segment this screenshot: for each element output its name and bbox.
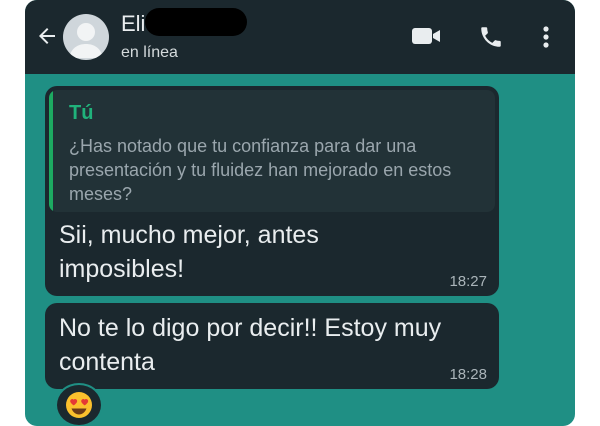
arrow-left-icon	[39, 28, 55, 44]
heart-eyes-emoji-icon	[66, 392, 92, 418]
message-text: No te lo digo por decir!! Estoy muy cont…	[59, 314, 442, 376]
contact-name[interactable]: Eli	[121, 11, 145, 37]
quoted-author: Tú	[69, 102, 94, 124]
contact-status: en línea	[121, 44, 178, 61]
voice-call-button[interactable]	[478, 24, 504, 55]
message-bubble[interactable]: No te lo digo por decir!! Estoy muy cont…	[45, 303, 499, 389]
message-time: 18:27	[449, 273, 487, 290]
chat-window: Eli en línea Tú ¿Has notado que tu confi…	[25, 0, 575, 426]
video-camera-icon	[412, 28, 440, 44]
back-button[interactable]	[35, 24, 59, 48]
quoted-text: ¿Has notado que tu confianza para dar un…	[69, 136, 452, 204]
message-reaction[interactable]	[55, 383, 103, 426]
phone-icon	[481, 27, 501, 47]
quoted-message[interactable]: Tú ¿Has notado que tu confianza para dar…	[49, 90, 495, 212]
video-call-button[interactable]	[411, 24, 441, 53]
quote-accent-bar	[49, 90, 53, 212]
chat-header: Eli en línea	[25, 0, 575, 74]
name-redaction	[145, 8, 247, 36]
more-vert-icon	[543, 26, 549, 48]
menu-button[interactable]	[534, 24, 558, 55]
message-bubble[interactable]: Tú ¿Has notado que tu confianza para dar…	[45, 86, 499, 296]
message-text: Sii, mucho mejor, antes imposibles!	[59, 221, 319, 283]
message-time: 18:28	[449, 366, 487, 383]
avatar[interactable]	[63, 14, 109, 60]
person-icon	[69, 23, 103, 58]
